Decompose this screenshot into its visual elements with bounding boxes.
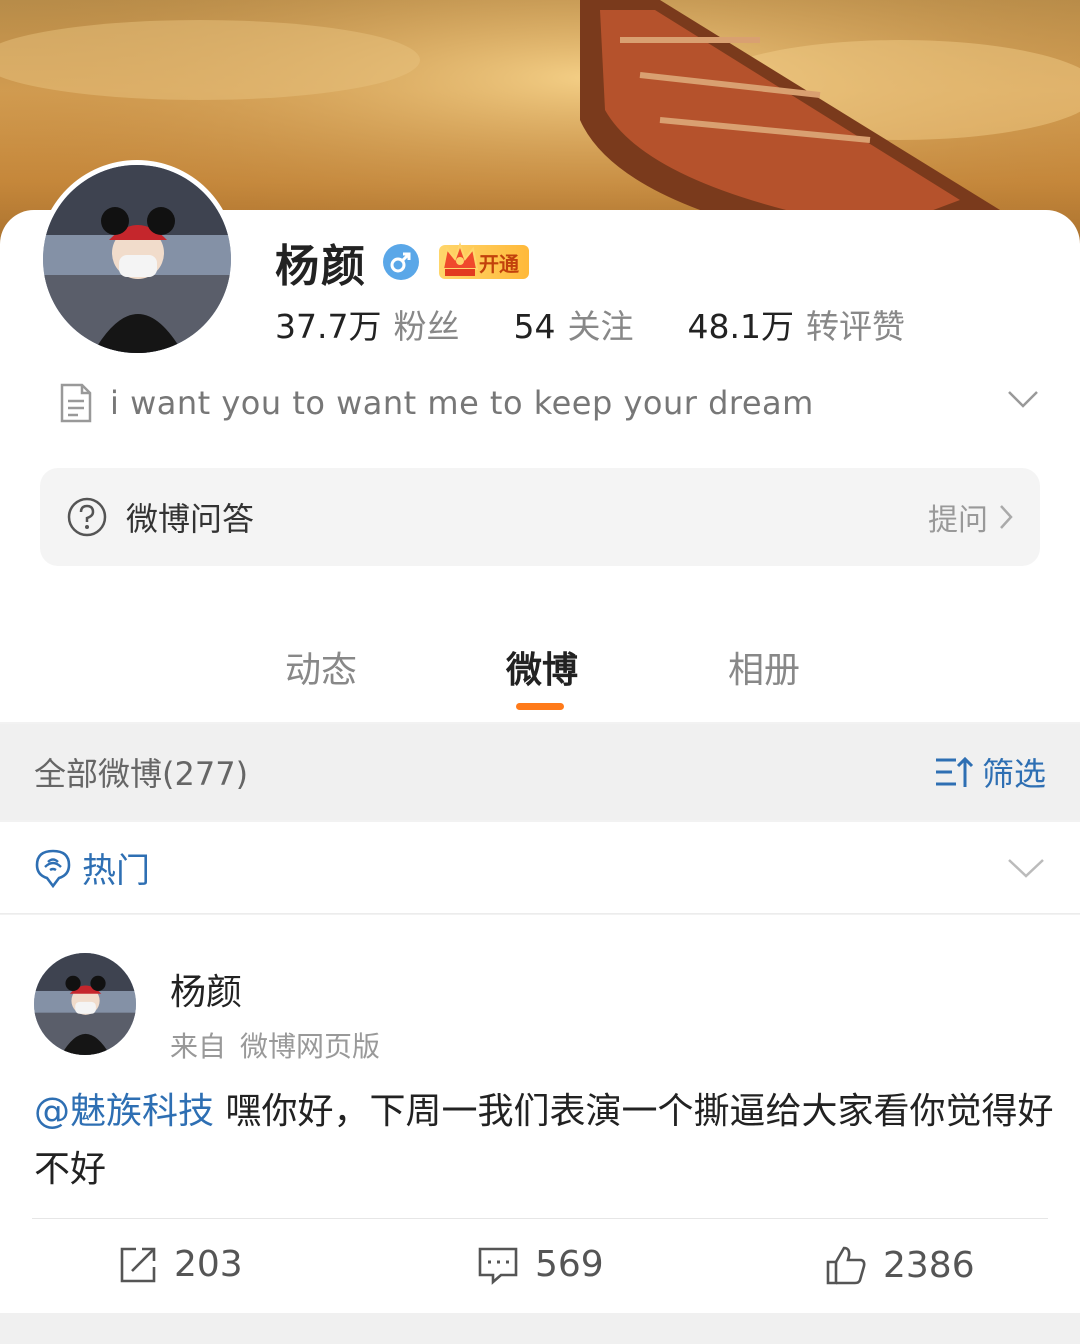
post-divider — [32, 1218, 1048, 1219]
vip-crown-icon — [441, 242, 479, 276]
gender-male-icon — [383, 244, 419, 280]
profile-bio[interactable]: i want you to want me to keep your dream — [58, 380, 1040, 426]
comment-icon — [478, 1247, 518, 1285]
profile-avatar[interactable] — [38, 160, 236, 358]
qa-label: 微博问答 — [126, 500, 255, 538]
qa-ask-button[interactable]: 提问 — [928, 495, 1014, 539]
stat-number: 54 — [513, 307, 556, 346]
weibo-post[interactable]: 杨颜 来自 微博网页版 @魅族科技 嘿你好，下周一我们表演一个撕逼给大家看你觉得好… — [0, 915, 1080, 1313]
hot-sort-bar[interactable]: 热门 — [0, 822, 1080, 914]
like-button[interactable]: 2386 — [825, 1244, 975, 1286]
post-source-prefix: 来自 — [170, 1030, 227, 1063]
filter-button[interactable]: 筛选 — [934, 749, 1046, 795]
active-tab-indicator — [516, 703, 564, 710]
comment-count: 569 — [535, 1244, 604, 1285]
post-actions: 203 569 2386 — [0, 1220, 1080, 1312]
filter-label: 筛选 — [981, 755, 1046, 793]
repost-button[interactable]: 203 — [118, 1244, 243, 1285]
filter-sort-icon — [935, 756, 974, 787]
question-circle-icon — [67, 497, 107, 537]
document-icon — [60, 383, 92, 423]
comment-button[interactable]: 569 — [477, 1244, 604, 1285]
tab-weibo[interactable]: 微博 — [506, 641, 578, 693]
stat-label: 关注 — [567, 307, 634, 346]
all-posts-count: 全部微博(277) — [34, 755, 249, 793]
post-source: 来自 微博网页版 — [170, 1025, 380, 1065]
feed-filter-bar: 全部微博(277) 筛选 — [0, 724, 1080, 820]
stat-number: 37.7万 — [275, 307, 382, 346]
like-icon — [826, 1246, 866, 1285]
profile-tabs: 动态 微博 相册 — [0, 625, 1080, 721]
weibo-qa-bar[interactable]: 微博问答 提问 — [40, 468, 1040, 566]
profile-name-row: 杨颜 开通 — [275, 230, 529, 294]
post-content: @魅族科技 嘿你好，下周一我们表演一个撕逼给大家看你觉得好不好 — [34, 1083, 1054, 1199]
chevron-down-icon[interactable] — [1006, 856, 1046, 880]
stat-label: 粉丝 — [393, 307, 460, 346]
profile-stats: 37.7万 粉丝 54 关注 48.1万 转评赞 — [275, 300, 905, 348]
qa-ask-label: 提问 — [928, 503, 988, 538]
post-author-name[interactable]: 杨颜 — [170, 963, 242, 1015]
repost-count: 203 — [174, 1244, 243, 1285]
post-mention-link[interactable]: @魅族科技 — [34, 1091, 214, 1132]
post-source-name: 微博网页版 — [240, 1030, 381, 1063]
feed-separator — [0, 1313, 1080, 1344]
stat-following[interactable]: 54 关注 — [513, 300, 633, 348]
chevron-down-icon[interactable] — [1006, 388, 1040, 410]
tab-dynamic[interactable]: 动态 — [285, 641, 357, 693]
hot-label: 热门 — [82, 851, 150, 891]
stat-interactions[interactable]: 48.1万 转评赞 — [687, 300, 904, 348]
post-author-avatar[interactable] — [34, 953, 136, 1055]
hot-pin-icon — [35, 849, 71, 888]
profile-name: 杨颜 — [275, 241, 367, 292]
chevron-right-icon — [1000, 505, 1013, 529]
tab-album[interactable]: 相册 — [728, 641, 800, 693]
stat-followers[interactable]: 37.7万 粉丝 — [275, 300, 459, 348]
vip-label: 开通 — [479, 251, 519, 276]
repost-icon — [120, 1247, 156, 1282]
stat-label: 转评赞 — [805, 307, 905, 346]
like-count: 2386 — [883, 1244, 975, 1286]
bio-text: i want you to want me to keep your dream — [110, 384, 814, 422]
stat-number: 48.1万 — [687, 307, 794, 346]
vip-open-button[interactable]: 开通 — [439, 242, 529, 279]
